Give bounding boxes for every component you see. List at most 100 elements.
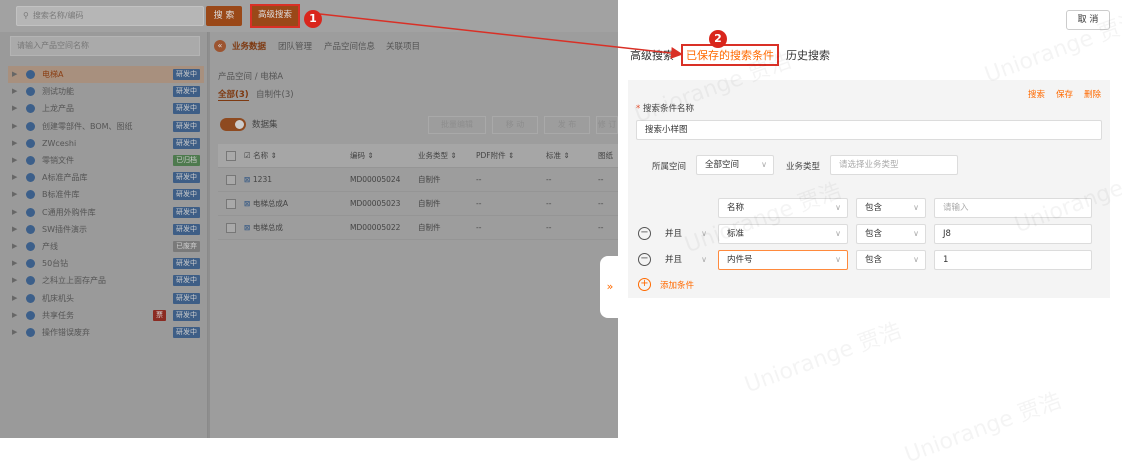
caret-right-icon[interactable]: ▶ — [12, 100, 17, 117]
sidebar-filter-input[interactable]: 请输入产品空间名称 — [10, 36, 200, 56]
tab-space-info[interactable]: 产品空间信息 — [324, 40, 375, 52]
publish-button[interactable]: 发 布 — [544, 116, 590, 134]
batch-edit-button[interactable]: 批量编辑 — [428, 116, 486, 134]
delete-link[interactable]: 删除 — [1084, 88, 1101, 100]
value-input[interactable]: J8 — [934, 224, 1092, 244]
sidebar-item[interactable]: ▶ B标准件库 研发中 — [8, 186, 204, 203]
cell-type: 自制件 — [418, 223, 441, 232]
sidebar-item[interactable]: ▶ 上龙产品 研发中 — [8, 100, 204, 117]
sidebar-item[interactable]: ▶ 共享任务 票研发中 — [8, 307, 204, 324]
caret-right-icon[interactable]: ▶ — [12, 238, 17, 255]
subtab-self-made[interactable]: 自制件(3) — [256, 88, 294, 100]
tab-related-projects[interactable]: 关联项目 — [386, 40, 420, 52]
field-select[interactable]: 内件号 ∨ — [718, 250, 848, 270]
sidebar-item[interactable]: ▶ ZWceshi 研发中 — [8, 135, 204, 152]
caret-right-icon[interactable]: ▶ — [12, 118, 17, 135]
value-input[interactable]: 请输入 — [934, 198, 1092, 218]
logic-value: 并且 — [665, 255, 683, 265]
sidebar-item[interactable]: ▶ 机床机头 研发中 — [8, 290, 204, 307]
sidebar-item[interactable]: ▶ C通用外购件库 研发中 — [8, 204, 204, 221]
row-checkbox[interactable] — [226, 199, 236, 209]
operator-select[interactable]: 包含 ∨ — [856, 250, 926, 270]
logic-select[interactable]: 并且 ∨ — [656, 250, 714, 270]
sidebar-item[interactable]: ▶ 电梯A 研发中 — [8, 66, 204, 83]
operator-select[interactable]: 包含 ∨ — [856, 224, 926, 244]
table-row[interactable]: ⊠ 电梯总成A MD00005023 自制件 -- -- -- — [218, 192, 618, 216]
tab-team[interactable]: 团队管理 — [278, 40, 312, 52]
cell-name[interactable]: ⊠ 电梯总成A — [244, 192, 350, 216]
caret-right-icon[interactable]: ▶ — [12, 169, 17, 186]
sidebar-item[interactable]: ▶ SW插件演示 研发中 — [8, 221, 204, 238]
column-name[interactable]: ☑ 名称 ⇕ — [244, 144, 350, 168]
sidebar-item[interactable]: ▶ A标准产品库 研发中 — [8, 169, 204, 186]
cell-name[interactable]: ⊠ 1231 — [244, 168, 350, 192]
space-select[interactable]: 全部空间 ∨ — [696, 155, 774, 175]
move-button[interactable]: 移 动 — [492, 116, 538, 134]
tab-business-data[interactable]: 业务数据 — [232, 40, 266, 52]
column-drawing[interactable]: 图纸 — [598, 144, 618, 168]
sidebar-item-label: C通用外购件库 — [42, 207, 96, 217]
table-row[interactable]: ⊠ 电梯总成 MD00005022 自制件 -- -- -- — [218, 216, 618, 240]
caret-right-icon[interactable]: ▶ — [12, 290, 17, 307]
add-condition-button[interactable]: 添加条件 — [660, 279, 694, 291]
sidebar-item[interactable]: ▶ 产线 已废弃 — [8, 238, 204, 255]
cell-name[interactable]: ⊠ 电梯总成 — [244, 216, 350, 240]
caret-right-icon[interactable]: ▶ — [12, 152, 17, 169]
subtab-all[interactable]: 全部(3) — [218, 88, 249, 101]
caret-right-icon[interactable]: ▶ — [12, 307, 17, 324]
sidebar-item[interactable]: ▶ 之科立上面存产品 研发中 — [8, 272, 204, 289]
add-condition-icon[interactable]: + — [638, 278, 651, 291]
advanced-search-button[interactable]: 高级搜索 — [250, 4, 300, 28]
caret-right-icon[interactable]: ▶ — [12, 204, 17, 221]
caret-right-icon[interactable]: ▶ — [12, 272, 17, 289]
caret-right-icon[interactable]: ▶ — [12, 135, 17, 152]
logic-select[interactable]: 并且 ∨ — [656, 224, 714, 244]
remove-condition-icon[interactable]: − — [638, 253, 651, 266]
sidebar-item[interactable]: ▶ 50台钻 研发中 — [8, 255, 204, 272]
caret-right-icon[interactable]: ▶ — [12, 66, 17, 83]
column-pdf[interactable]: PDF附件 ⇕ — [476, 144, 544, 168]
caret-right-icon[interactable]: ▶ — [12, 324, 17, 341]
column-type[interactable]: 业务类型 ⇕ — [418, 144, 474, 168]
sidebar-item[interactable]: ▶ 零销文件 已归档 — [8, 152, 204, 169]
table-row[interactable]: ⊠ 1231 MD00005024 自制件 -- -- -- — [218, 168, 618, 192]
expand-panel-icon[interactable]: » — [600, 256, 620, 318]
operator-select[interactable]: 包含 ∨ — [856, 198, 926, 218]
cancel-button[interactable]: 取 消 — [1066, 10, 1110, 30]
select-all-checkbox[interactable] — [226, 151, 236, 161]
global-search-input[interactable]: ⚲ 搜索名称/编码 — [16, 6, 204, 26]
sidebar-item[interactable]: ▶ 测试功能 研发中 — [8, 83, 204, 100]
caret-right-icon[interactable]: ▶ — [12, 186, 17, 203]
field-select[interactable]: 名称 ∨ — [718, 198, 848, 218]
product-space-icon — [26, 259, 35, 269]
row-checkbox[interactable] — [226, 223, 236, 233]
value-input[interactable]: 1 — [934, 250, 1092, 270]
revise-button[interactable]: 修 订 — [596, 116, 618, 134]
saved-condition-card: 搜索 保存 删除 * 搜索条件名称 搜索小样图 所属空间 全部空间 ∨ 业务类型 … — [628, 80, 1110, 298]
save-link[interactable]: 保存 — [1056, 88, 1073, 100]
tab-advanced-search[interactable]: 高级搜索 — [630, 47, 674, 63]
cell-code: MD00005023 — [350, 199, 401, 208]
remove-condition-icon[interactable]: − — [638, 227, 651, 240]
field-select[interactable]: 标准 ∨ — [718, 224, 848, 244]
sidebar-item-label: SW插件演示 — [42, 224, 87, 234]
dataset-toggle[interactable] — [220, 118, 246, 131]
column-code[interactable]: 编码 ⇕ — [350, 144, 416, 168]
collapse-content-icon[interactable]: « — [214, 40, 226, 52]
caret-right-icon[interactable]: ▶ — [12, 83, 17, 100]
sidebar-item[interactable]: ▶ 操作错误废弃 研发中 — [8, 324, 204, 341]
sidebar-item[interactable]: ▶ 创建零部件、BOM、图纸 研发中 — [8, 118, 204, 135]
sidebar: 请输入产品空间名称 ▶ 电梯A 研发中 ▶ 测试功能 研发中 ▶ 上龙产品 研发中 ▶ 创建零部件、… — [0, 32, 208, 438]
caret-right-icon[interactable]: ▶ — [12, 255, 17, 272]
run-search-link[interactable]: 搜索 — [1028, 88, 1045, 100]
condition-name-input[interactable]: 搜索小样图 — [636, 120, 1102, 140]
row-checkbox[interactable] — [226, 175, 236, 185]
column-standard[interactable]: 标准 ⇕ — [546, 144, 594, 168]
caret-right-icon[interactable]: ▶ — [12, 221, 17, 238]
tab-saved-conditions[interactable]: 已保存的搜索条件 — [681, 44, 779, 66]
product-space-icon — [26, 121, 35, 131]
search-button[interactable]: 搜 索 — [206, 6, 242, 26]
product-space-icon — [26, 70, 35, 79]
biz-type-select[interactable]: 请选择业务类型 — [830, 155, 958, 175]
tab-history[interactable]: 历史搜索 — [786, 47, 830, 63]
